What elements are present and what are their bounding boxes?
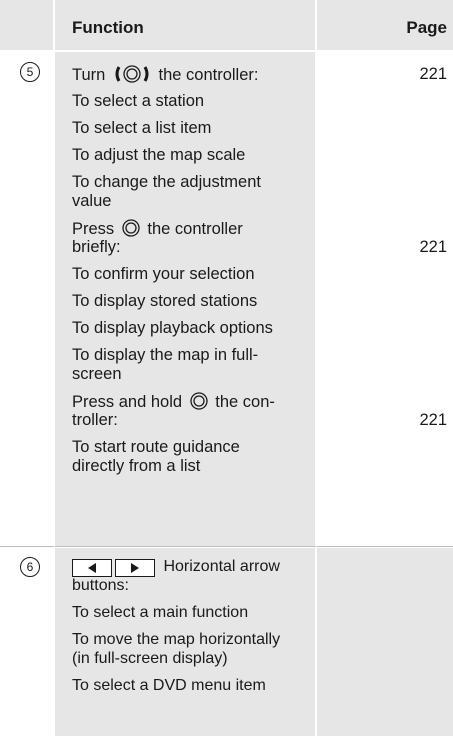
page-ref: 221	[419, 238, 447, 256]
page-ref: 221	[419, 65, 447, 83]
controller-rotate-icon	[113, 65, 151, 83]
line-dvd-menu: To select a DVD menu item	[72, 677, 266, 694]
press-prefix: Press	[72, 220, 115, 238]
header-number-cell	[0, 0, 55, 50]
line-station: To select a station	[72, 92, 205, 110]
row-5-number-cell: 5	[0, 50, 55, 547]
row-5-number: 5	[20, 62, 40, 82]
line-main-function: To select a main function	[72, 604, 249, 621]
line-map-scale: To adjust the map scale	[72, 146, 246, 164]
hold-cont: troller:	[72, 411, 118, 429]
manual-page: Function Page 5 Turn the controller: To …	[0, 0, 453, 736]
hold-suffix: the con-	[215, 393, 275, 411]
turn-suffix: the controller:	[158, 66, 259, 84]
horizontal-arrow-buttons	[72, 559, 155, 577]
row-6-page-cell	[317, 547, 453, 736]
line-screen: screen	[72, 365, 122, 383]
line-fullscreen-display: (in full-screen display)	[72, 650, 228, 667]
row-5-function-cell: Turn the controller: To select a station…	[55, 50, 317, 547]
arrow-left-icon	[72, 559, 112, 577]
function-table: Function Page 5 Turn the controller: To …	[0, 0, 453, 736]
line-route: To start route guidance	[72, 438, 240, 456]
controller-press-icon	[122, 219, 140, 237]
press-line: Press the controller	[72, 219, 243, 239]
line-value: value	[72, 192, 112, 210]
line-fullscreen: To display the map in full-	[72, 346, 259, 364]
row-6-function-cell: Horizontal arrow buttons: To select a ma…	[55, 547, 317, 736]
press-cont: briefly:	[72, 238, 121, 256]
header-function: Function	[55, 0, 317, 50]
line-move-map: To move the map horizontally	[72, 631, 281, 648]
turn-prefix: Turn	[72, 66, 106, 84]
arrows-suffix: Horizontal arrow	[163, 558, 280, 575]
header-page: Page	[317, 0, 453, 50]
turn-line: Turn the controller:	[72, 65, 258, 85]
line-directly: directly from a list	[72, 457, 201, 475]
hold-line: Press and hold the con-	[72, 392, 275, 412]
page-ref: 221	[419, 411, 447, 429]
press-suffix: the controller	[147, 220, 243, 238]
hold-prefix: Press and hold	[72, 393, 183, 411]
line-confirm: To confirm your selection	[72, 265, 255, 283]
row-6-number-cell: 6	[0, 547, 55, 736]
arrow-right-icon	[115, 559, 155, 577]
row-5-page-cell: 221 221 221	[317, 50, 453, 547]
arrows-line: Horizontal arrow	[72, 558, 280, 577]
line-stored: To display stored stations	[72, 292, 258, 310]
arrows-cont: buttons:	[72, 577, 129, 594]
line-playback: To display playback options	[72, 319, 273, 337]
line-list-item: To select a list item	[72, 119, 212, 137]
controller-press-icon	[190, 392, 208, 410]
line-adjustment: To change the adjustment	[72, 173, 261, 191]
row-6-number: 6	[20, 557, 40, 577]
